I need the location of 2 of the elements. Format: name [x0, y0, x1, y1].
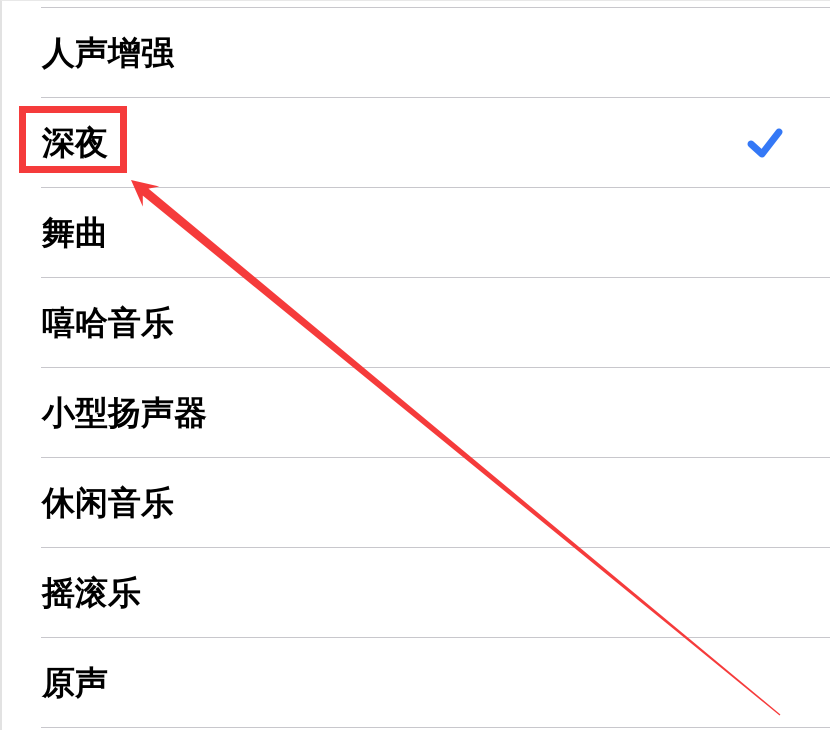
equalizer-option[interactable]: 深夜 — [41, 98, 830, 188]
equalizer-option[interactable]: 人声增强 — [41, 8, 830, 98]
